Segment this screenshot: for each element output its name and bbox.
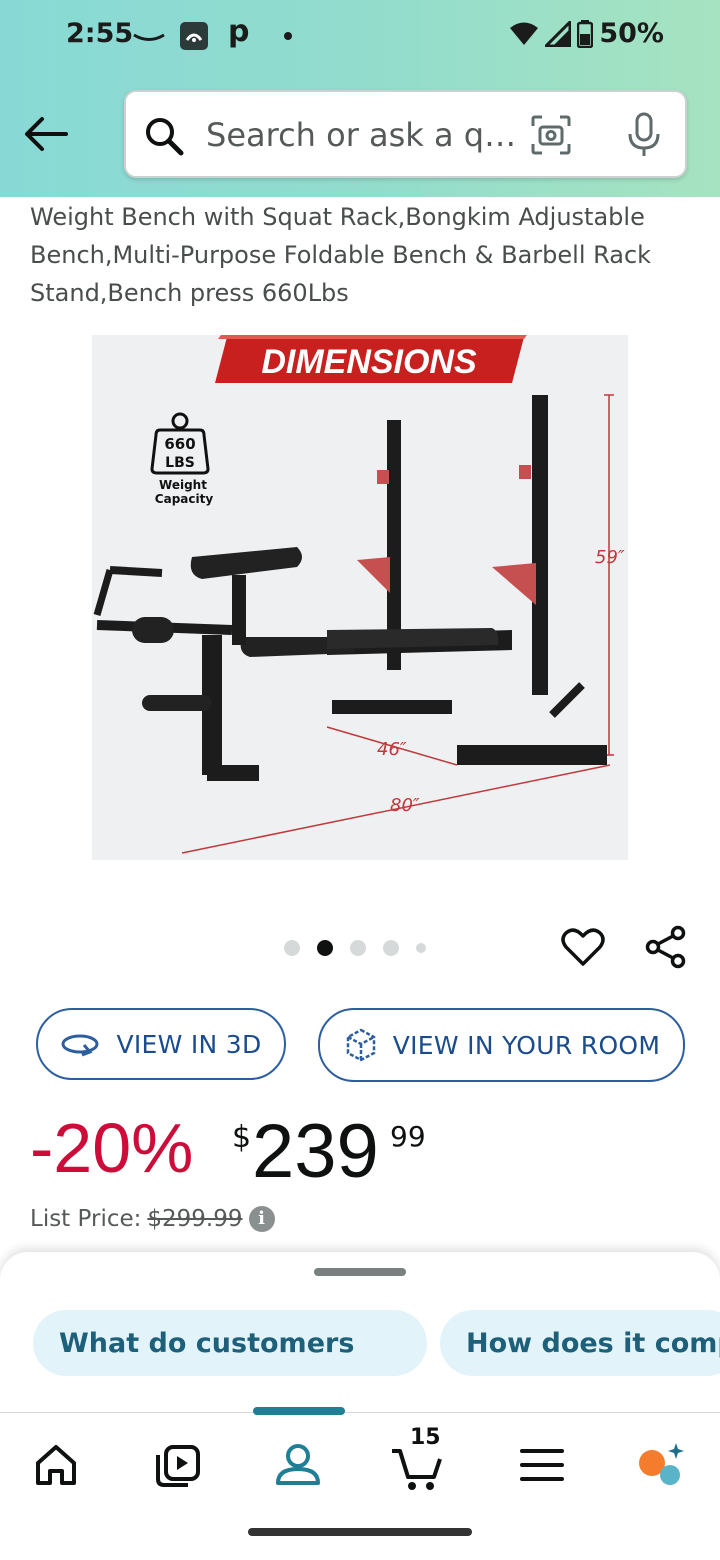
- share-icon[interactable]: [644, 924, 688, 970]
- home-icon[interactable]: [28, 1437, 84, 1493]
- carousel-dot[interactable]: [416, 943, 426, 953]
- rotate-3d-icon: [61, 1034, 99, 1057]
- view-in-3d-button[interactable]: VIEW IN 3D: [36, 1008, 286, 1080]
- capacity-number: 660: [164, 435, 195, 453]
- p-notification-icon: p: [228, 14, 250, 49]
- carousel-dot[interactable]: [350, 940, 366, 956]
- dimensions-banner: DIMENSIONS: [261, 343, 477, 381]
- search-icon: [146, 118, 184, 156]
- list-price-label: List Price:: [30, 1206, 142, 1232]
- camera-search-icon[interactable]: [530, 114, 572, 156]
- photos-notification-icon: [180, 22, 208, 50]
- length-dimension: 80″: [390, 795, 420, 816]
- view-in-your-room-label: VIEW IN YOUR ROOM: [392, 1030, 661, 1060]
- view-in-your-room-button[interactable]: VIEW IN YOUR ROOM: [318, 1008, 685, 1082]
- carousel-dot[interactable]: [383, 940, 399, 956]
- amazon-smile-icon: [133, 33, 165, 41]
- list-price-value: $299.99: [147, 1206, 243, 1232]
- gesture-bar[interactable]: [248, 1528, 472, 1536]
- weight-bench-illustration: DIMENSIONS 660 LBS Weight Capacity 59″ 4…: [93, 335, 625, 854]
- price-fraction: 99: [390, 1120, 426, 1153]
- view-in-3d-label: VIEW IN 3D: [116, 1029, 262, 1059]
- bottom-nav: 15: [0, 1407, 720, 1512]
- menu-icon[interactable]: [514, 1437, 570, 1493]
- capacity-unit: LBS: [165, 455, 195, 471]
- signal-icon: [545, 20, 572, 47]
- image-carousel-dots[interactable]: [284, 940, 426, 956]
- battery-level: 50%: [599, 18, 664, 49]
- search-bar[interactable]: Search or ask a q…: [124, 90, 687, 178]
- search-input[interactable]: Search or ask a q…: [206, 116, 516, 154]
- rufus-icon[interactable]: [632, 1437, 688, 1493]
- height-dimension: 59″: [595, 547, 625, 568]
- video-icon[interactable]: [150, 1437, 206, 1493]
- back-arrow-icon[interactable]: [22, 112, 70, 156]
- ar-cube-icon: [346, 1028, 375, 1062]
- discount-percent: -20%: [30, 1109, 194, 1187]
- carousel-dot-active[interactable]: [317, 940, 333, 956]
- product-title[interactable]: Weight Bench with Squat Rack,Bongkim Adj…: [30, 198, 690, 312]
- price-whole: 239: [252, 1109, 379, 1194]
- status-right: 50%: [509, 18, 664, 49]
- suggestion-chip[interactable]: What do customers: [33, 1310, 427, 1376]
- sheet-drag-handle[interactable]: [314, 1268, 406, 1276]
- more-notifications-dot: [284, 32, 292, 40]
- account-icon[interactable]: [270, 1437, 326, 1493]
- heart-icon[interactable]: [560, 924, 606, 970]
- info-icon[interactable]: i: [248, 1206, 275, 1232]
- suggestion-chip[interactable]: How does it comp: [440, 1310, 720, 1376]
- list-price: List Price: $299.99 i: [30, 1206, 275, 1232]
- carousel-dot[interactable]: [284, 940, 300, 956]
- status-bar: 2:55 p 50%: [0, 14, 720, 58]
- clock: 2:55: [66, 18, 134, 49]
- cart-count-badge: 15: [410, 1425, 441, 1450]
- battery-icon: [577, 19, 594, 48]
- header: 2:55 p 50% Search or ask a q…: [0, 0, 720, 197]
- rufus-bottom-sheet[interactable]: What do customers How does it comp: [0, 1252, 720, 1412]
- width-dimension: 46″: [377, 739, 407, 760]
- active-tab-indicator: [253, 1407, 345, 1415]
- capacity-label-2: Capacity: [155, 492, 214, 506]
- product-image[interactable]: DIMENSIONS 660 LBS Weight Capacity 59″ 4…: [92, 335, 628, 860]
- capacity-label-1: Weight: [159, 478, 207, 492]
- microphone-icon[interactable]: [626, 112, 662, 158]
- price-currency: $: [232, 1120, 252, 1155]
- wifi-icon: [510, 22, 539, 45]
